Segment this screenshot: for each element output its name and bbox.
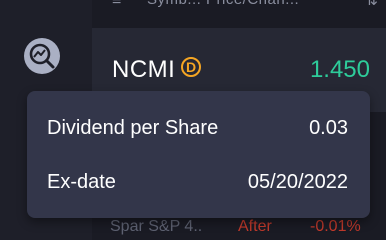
- market-status: After: [238, 218, 272, 235]
- ticker-symbol: NCMI: [112, 56, 176, 83]
- watchlist-header: ≡ Symb... Price/Chan... ⇅: [92, 0, 386, 18]
- search-trend-icon: [28, 42, 56, 70]
- watchlist-row[interactable]: Spar S&P 4.. After -0.01%: [110, 218, 386, 240]
- sort-icon[interactable]: ⇅: [365, 0, 378, 9]
- tooltip-row-dividend: Dividend per Share 0.03: [47, 113, 348, 143]
- search-button[interactable]: [24, 38, 60, 74]
- tooltip-value: 05/20/2022: [247, 170, 348, 193]
- column-headers[interactable]: Symb... Price/Chan...: [147, 0, 299, 8]
- row-symbol: Spar S&P 4..: [110, 218, 203, 235]
- row-change: -0.01%: [310, 218, 361, 235]
- tooltip-value: 0.03: [309, 116, 348, 139]
- tooltip-row-exdate: Ex-date 05/20/2022: [47, 167, 348, 197]
- tooltip-label: Dividend per Share: [47, 116, 219, 139]
- tooltip-label: Ex-date: [47, 170, 116, 193]
- dividend-tooltip: Dividend per Share 0.03 Ex-date 05/20/20…: [27, 91, 370, 218]
- dividend-badge-icon[interactable]: D: [181, 57, 201, 77]
- ticker-price: 1.450: [309, 56, 370, 83]
- menu-icon[interactable]: ≡: [112, 0, 121, 10]
